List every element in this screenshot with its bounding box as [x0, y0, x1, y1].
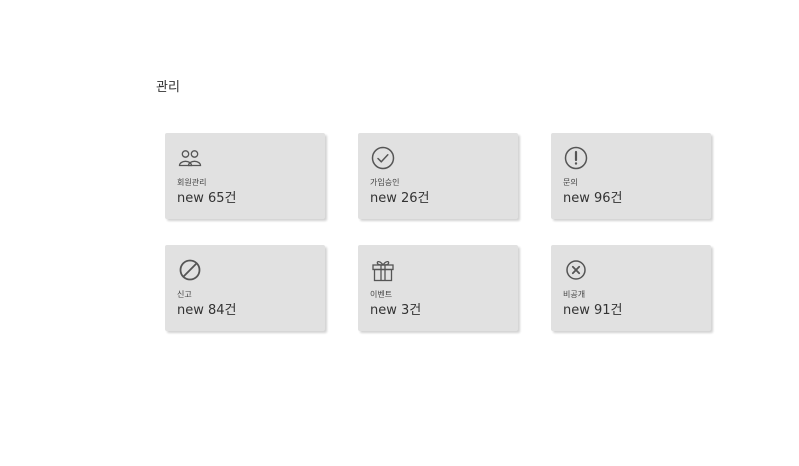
card-count: new 3건: [370, 303, 422, 318]
card-count: new 26건: [370, 191, 430, 206]
gift-icon: [371, 258, 395, 282]
card-report[interactable]: 신고 new 84건: [165, 245, 325, 331]
card-label: 문의: [563, 178, 578, 187]
card-event[interactable]: 이벤트 new 3건: [358, 245, 518, 331]
ban-icon: [178, 258, 202, 282]
exclamation-circle-icon: [564, 146, 588, 170]
card-member-management[interactable]: 회원관리 new 65건: [165, 133, 325, 219]
x-circle-icon: [564, 258, 588, 282]
card-count: new 96건: [563, 191, 623, 206]
card-label: 비공개: [563, 290, 586, 299]
card-signup-approval[interactable]: 가입승인 new 26건: [358, 133, 518, 219]
card-private[interactable]: 비공개 new 91건: [551, 245, 711, 331]
card-count: new 91건: [563, 303, 623, 318]
card-label: 회원관리: [177, 178, 207, 187]
card-count: new 65건: [177, 191, 237, 206]
users-icon: [178, 146, 202, 170]
card-count: new 84건: [177, 303, 237, 318]
admin-dashboard: 관리 회원관리 new 65건 가입승인 new 26건 문의 new 96건 …: [0, 0, 799, 466]
card-inquiry[interactable]: 문의 new 96건: [551, 133, 711, 219]
page-title: 관리: [156, 80, 180, 95]
card-label: 이벤트: [370, 290, 393, 299]
check-circle-icon: [371, 146, 395, 170]
card-label: 신고: [177, 290, 192, 299]
card-label: 가입승인: [370, 178, 400, 187]
